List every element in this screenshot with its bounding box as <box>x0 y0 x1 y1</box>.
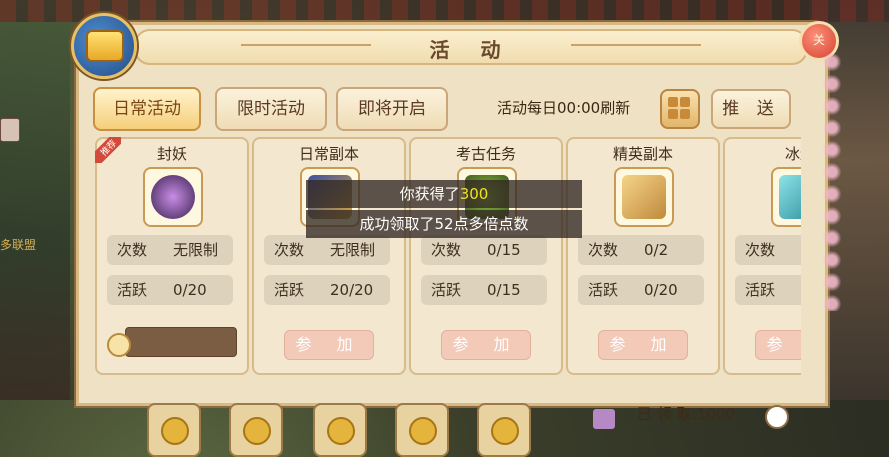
background-scene-top <box>0 0 889 22</box>
count-row: 次数 无限制 <box>107 235 233 265</box>
activity-card[interactable]: 日常副本 次数 无限制 活跃 20/20 参 加 <box>252 137 406 375</box>
count-label: 次数 <box>431 241 462 259</box>
push-button[interactable]: 推 送 <box>711 89 791 129</box>
activity-row: 活跃 0/15 <box>421 275 547 305</box>
count-label: 次数 <box>588 241 619 259</box>
grid-icon-cell <box>668 109 678 119</box>
card-title: 精英副本 <box>612 145 673 163</box>
count-row: 次数 0/2 <box>578 235 704 265</box>
elite-dungeon-icon-inner <box>622 175 666 219</box>
activity-label: 活跃 <box>588 281 619 299</box>
card-title: 日常副本 <box>298 145 359 163</box>
count-row: 次数 0/15 <box>421 235 547 265</box>
toast-prefix: 你获得了 <box>399 185 460 203</box>
card-title: 冰封 <box>784 145 801 163</box>
clock-icon <box>107 333 131 357</box>
refresh-notice: 活动每日00:00刷新 <box>497 99 631 117</box>
activity-value: 0/20 <box>173 281 207 299</box>
progress-bar <box>125 327 237 357</box>
background-scene-left <box>0 0 70 400</box>
count-value: 无限制 <box>330 241 376 259</box>
gift-icon <box>593 409 615 429</box>
grid-icon-cell <box>680 109 690 119</box>
reward-coin-icon <box>491 417 519 445</box>
join-button[interactable]: 参 加 <box>441 330 531 360</box>
claimed-total: 已 领 取:1000 <box>637 405 735 423</box>
activity-card[interactable]: 精英副本 次数 0/2 活跃 0/20 参 加 <box>566 137 720 375</box>
count-row: 次数 无限制 <box>264 235 390 265</box>
hint-icon[interactable] <box>765 405 789 429</box>
activity-row: 活跃 0/20 <box>578 275 704 305</box>
reward-chest-icon <box>161 417 189 445</box>
grid-icon-cell <box>680 97 690 107</box>
toast-amount: 300 <box>459 185 489 203</box>
activity-value: 20/20 <box>330 281 374 299</box>
scroll-icon-inner <box>86 30 124 62</box>
count-label: 次数 <box>745 241 776 259</box>
reward-box[interactable] <box>395 403 449 457</box>
activity-label: 活跃 <box>274 281 305 299</box>
multiplier-toast: 成功领取了52点多倍点数 <box>306 210 582 238</box>
reward-chest-icon <box>243 417 271 445</box>
ice-icon-inner <box>779 175 801 219</box>
reward-coin-icon <box>327 417 355 445</box>
count-row: 次数无 <box>735 235 801 265</box>
panel-title: 活 动 <box>429 38 513 62</box>
activity-label: 活跃 <box>117 281 148 299</box>
tab-daily-activities[interactable]: 日常活动 <box>93 87 201 131</box>
blossom-decoration <box>821 51 843 311</box>
activity-row: 活跃 0/20 <box>107 275 233 305</box>
card-title: 封妖 <box>156 145 187 163</box>
activity-card[interactable]: 考古任务 次数 0/15 活跃 0/15 参 加 <box>409 137 563 375</box>
count-value: 无限制 <box>173 241 219 259</box>
join-button[interactable]: 参 加 <box>284 330 374 360</box>
reward-box[interactable] <box>477 403 531 457</box>
activity-value: 0/20 <box>644 281 678 299</box>
seal-demon-icon-inner <box>151 175 195 219</box>
elite-dungeon-icon <box>614 167 674 227</box>
count-value: 0/15 <box>487 241 521 259</box>
activity-card[interactable]: 冰封 次数无 活跃 参 加 <box>723 137 801 375</box>
grid-menu-button[interactable] <box>660 89 700 129</box>
activity-card-list[interactable]: 推荐 封妖 次数 无限制 活跃 0/20 日常副本 次数 无限制 活跃 20/20 参 … <box>95 137 801 381</box>
activity-card[interactable]: 推荐 封妖 次数 无限制 活跃 0/20 <box>95 137 249 375</box>
reward-box[interactable] <box>229 403 283 457</box>
title-bar: 活 动 <box>134 29 808 65</box>
tab-upcoming[interactable]: 即将开启 <box>336 87 448 131</box>
reward-box[interactable] <box>147 403 201 457</box>
join-button[interactable]: 参 加 <box>598 330 688 360</box>
seal-demon-icon <box>143 167 203 227</box>
activity-row: 活跃 <box>735 275 801 305</box>
reward-coin-icon <box>409 417 437 445</box>
count-value: 0/2 <box>644 241 669 259</box>
activity-value: 0/15 <box>487 281 521 299</box>
activity-label: 活跃 <box>431 281 462 299</box>
grid-icon-cell <box>668 97 678 107</box>
card-title: 考古任务 <box>455 145 516 163</box>
reward-box[interactable] <box>313 403 367 457</box>
activity-label: 活跃 <box>745 281 776 299</box>
tab-limited-activities[interactable]: 限时活动 <box>215 87 327 131</box>
activity-row: 活跃 20/20 <box>264 275 390 305</box>
join-button[interactable]: 参 加 <box>755 330 801 360</box>
ice-icon <box>771 167 801 227</box>
reward-toast: 你获得了300 <box>306 180 582 208</box>
count-label: 次数 <box>117 241 148 259</box>
activity-scroll-icon <box>71 13 137 79</box>
count-label: 次数 <box>274 241 305 259</box>
player-avatar[interactable] <box>0 118 20 142</box>
background-player-name: 多联盟 <box>0 238 37 252</box>
